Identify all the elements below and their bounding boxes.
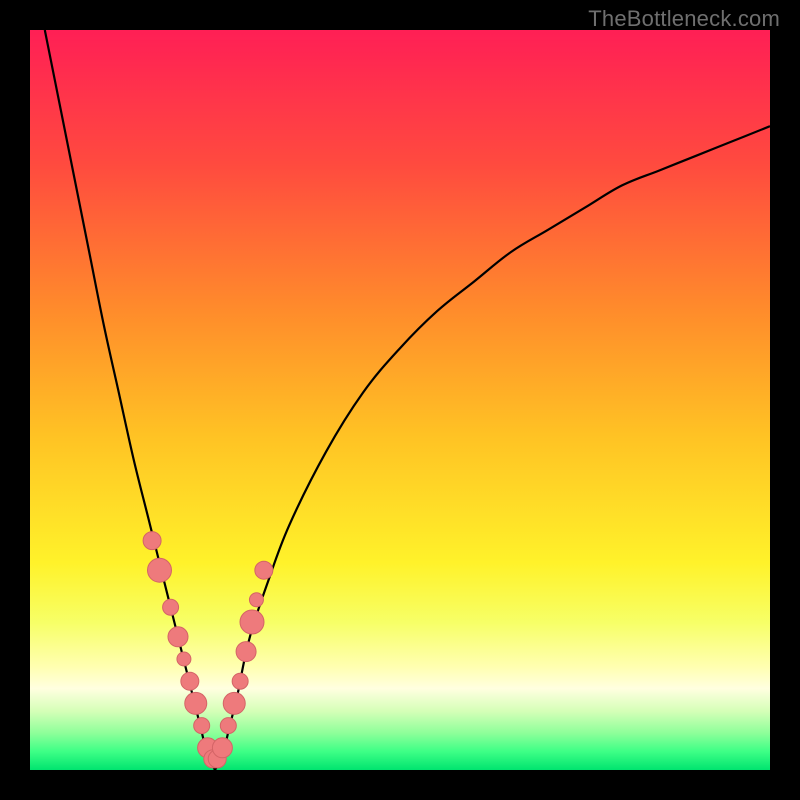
plot-area [30,30,770,770]
data-marker [223,692,245,714]
gradient-background [30,30,770,770]
data-marker [163,599,179,615]
data-marker [240,610,264,634]
data-marker [148,558,172,582]
data-marker [232,673,248,689]
data-marker [255,561,273,579]
data-marker [236,642,256,662]
data-marker [249,593,263,607]
data-marker [177,652,191,666]
data-marker [181,672,199,690]
data-marker [194,718,210,734]
data-marker [212,738,232,758]
chart-frame: TheBottleneck.com [0,0,800,800]
data-marker [220,718,236,734]
data-marker [168,627,188,647]
plot-svg [30,30,770,770]
watermark: TheBottleneck.com [588,6,780,32]
data-marker [185,692,207,714]
data-marker [143,532,161,550]
